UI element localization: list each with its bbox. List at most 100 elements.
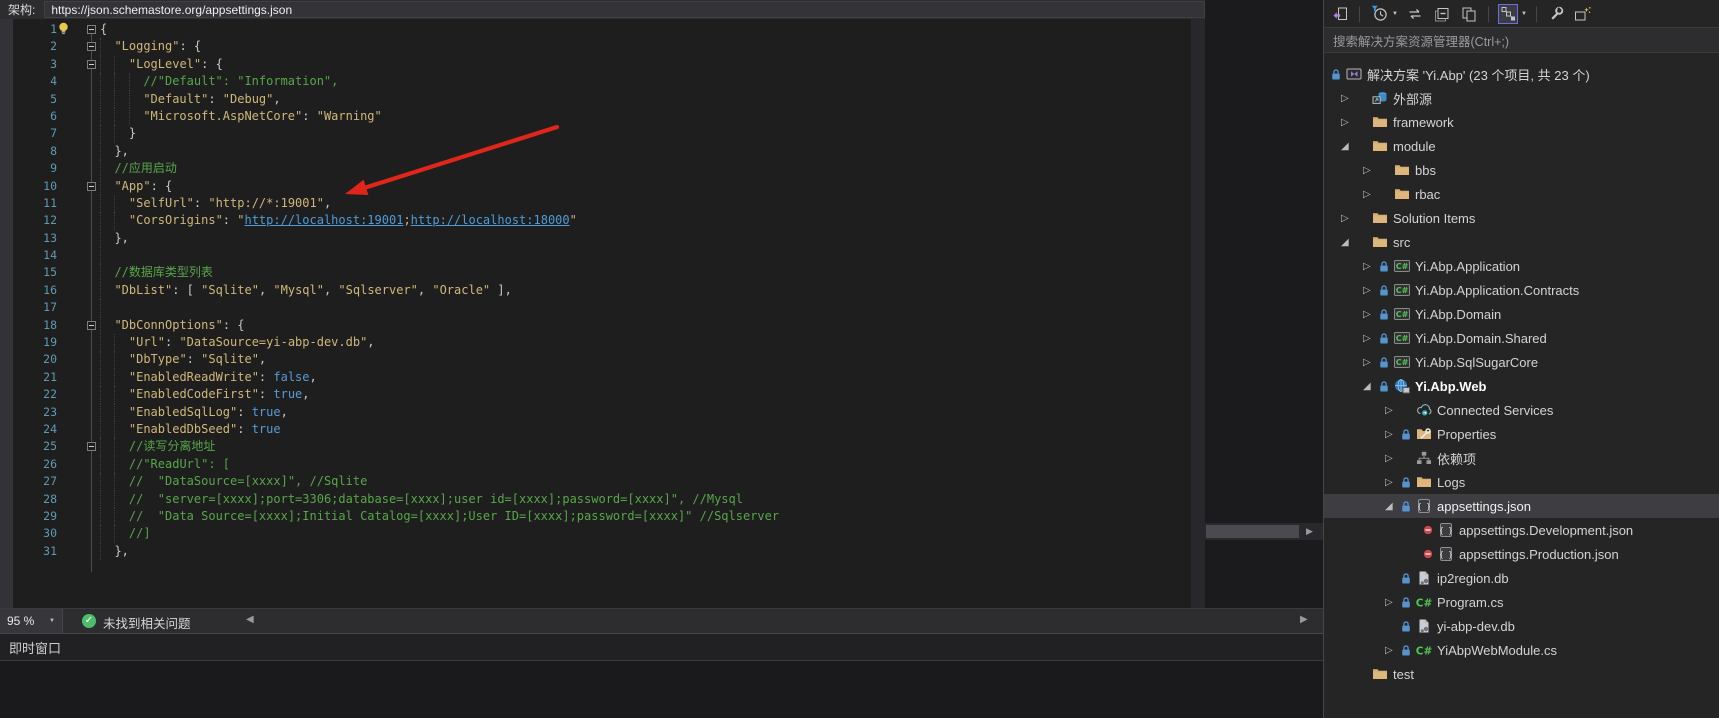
tree-item[interactable]: ▷Logs: [1324, 470, 1719, 494]
chevron-collapsed-icon[interactable]: ▷: [1363, 165, 1379, 176]
tree-item[interactable]: ▷C#Program.cs: [1324, 590, 1719, 614]
code-line[interactable]: 24"EnabledDbSeed": true: [0, 421, 1205, 438]
code-line[interactable]: 20"DbType": "Sqlite",: [0, 351, 1205, 368]
code-text[interactable]: //"ReadUrl": [: [100, 456, 230, 473]
fold-toggle-icon[interactable]: [87, 321, 96, 330]
tree-item[interactable]: ▷Connected Services: [1324, 398, 1719, 422]
chevron-collapsed-icon[interactable]: ▷: [1385, 597, 1401, 608]
code-line[interactable]: 11"SelfUrl": "http://*:19001",: [0, 195, 1205, 212]
code-text[interactable]: //数据库类型列表: [100, 264, 213, 281]
code-text[interactable]: "SelfUrl": "http://*:19001",: [100, 195, 331, 212]
immediate-window-content[interactable]: [0, 661, 1323, 718]
code-text[interactable]: "Microsoft.AspNetCore": "Warning": [100, 108, 382, 125]
tree-item[interactable]: ▷Properties: [1324, 422, 1719, 446]
code-line[interactable]: 31},: [0, 543, 1205, 560]
code-text[interactable]: //]: [100, 525, 151, 542]
refresh-icon[interactable]: [1405, 4, 1425, 24]
tree-item[interactable]: ◢{ }appsettings.json: [1324, 494, 1719, 518]
code-line[interactable]: 22"EnabledCodeFirst": true,: [0, 386, 1205, 403]
code-line[interactable]: 30//]: [0, 525, 1205, 542]
code-line[interactable]: 1{: [0, 21, 1205, 38]
code-text[interactable]: "Logging": {: [100, 38, 201, 55]
chevron-collapsed-icon[interactable]: ▷: [1385, 477, 1401, 488]
code-text[interactable]: "DbConnOptions": {: [100, 317, 245, 334]
code-text[interactable]: "EnabledCodeFirst": true,: [100, 386, 310, 403]
code-lines[interactable]: 1{2"Logging": {3"LogLevel": {4//"Default…: [0, 21, 1205, 560]
code-line[interactable]: 4//"Default": "Information",: [0, 73, 1205, 90]
code-line[interactable]: 15//数据库类型列表: [0, 264, 1205, 281]
code-text[interactable]: // "server=[xxxx];port=3306;database=[xx…: [100, 491, 743, 508]
tree-item[interactable]: ▷C#Yi.Abp.SqlSugarCore: [1324, 350, 1719, 374]
collapse-all-icon[interactable]: [1432, 4, 1452, 24]
pending-changes-filter-icon[interactable]: [1369, 4, 1389, 24]
lightbulb-icon[interactable]: [57, 22, 70, 36]
code-line[interactable]: 9//应用启动: [0, 160, 1205, 177]
code-text[interactable]: },: [100, 143, 129, 160]
tree-item[interactable]: yi-abp-dev.db: [1324, 614, 1719, 638]
zoom-level-select[interactable]: 95 % ▼: [0, 609, 63, 633]
chevron-collapsed-icon[interactable]: ▷: [1363, 309, 1379, 320]
chevron-collapsed-icon[interactable]: ▷: [1363, 261, 1379, 272]
tree-item[interactable]: ▷外部源: [1324, 86, 1719, 110]
fold-toggle-icon[interactable]: [87, 442, 96, 451]
chevron-expanded-icon[interactable]: ◢: [1385, 501, 1401, 512]
chevron-collapsed-icon[interactable]: ▷: [1363, 333, 1379, 344]
code-line[interactable]: 19"Url": "DataSource=yi-abp-dev.db",: [0, 334, 1205, 351]
sync-with-active-document-icon[interactable]: [1498, 4, 1518, 24]
tree-item[interactable]: ▷依赖项: [1324, 446, 1719, 470]
chevron-collapsed-icon[interactable]: ▷: [1385, 645, 1401, 656]
code-text[interactable]: "EnabledSqlLog": true,: [100, 404, 288, 421]
code-line[interactable]: 18"DbConnOptions": {: [0, 317, 1205, 334]
code-text[interactable]: "Default": "Debug",: [100, 91, 281, 108]
tree-item[interactable]: ◢Yi.Abp.Web: [1324, 374, 1719, 398]
code-line[interactable]: 3"LogLevel": {: [0, 56, 1205, 73]
code-line[interactable]: 6"Microsoft.AspNetCore": "Warning": [0, 108, 1205, 125]
chevron-collapsed-icon[interactable]: ▷: [1363, 285, 1379, 296]
caret-down-icon[interactable]: ▼: [1521, 11, 1527, 17]
code-line[interactable]: 26//"ReadUrl": [: [0, 456, 1205, 473]
tree-item[interactable]: 解决方案 'Yi.Abp' (23 个项目, 共 23 个): [1324, 62, 1719, 86]
fold-toggle-icon[interactable]: [87, 25, 96, 34]
chevron-collapsed-icon[interactable]: ▷: [1363, 357, 1379, 368]
code-text[interactable]: },: [100, 543, 129, 560]
code-line[interactable]: 29// "Data Source=[xxxx];Initial Catalog…: [0, 508, 1205, 525]
tree-item[interactable]: { }appsettings.Production.json: [1324, 542, 1719, 566]
chevron-collapsed-icon[interactable]: ▷: [1341, 213, 1357, 224]
chevron-expanded-icon[interactable]: ◢: [1341, 237, 1357, 248]
tree-item[interactable]: test: [1324, 662, 1719, 686]
chevron-expanded-icon[interactable]: ◢: [1363, 381, 1379, 392]
code-line[interactable]: 5"Default": "Debug",: [0, 91, 1205, 108]
tree-item[interactable]: ▷Solution Items: [1324, 206, 1719, 230]
horizontal-scrollbar[interactable]: ▶: [1205, 523, 1323, 540]
scroll-right-icon[interactable]: ▶: [1306, 526, 1313, 537]
tree-item[interactable]: ▷C#Yi.Abp.Domain.Shared: [1324, 326, 1719, 350]
code-text[interactable]: "DbList": [ "Sqlite", "Mysql", "Sqlserve…: [100, 282, 512, 299]
chevron-expanded-icon[interactable]: ◢: [1341, 141, 1357, 152]
tree-item[interactable]: ▷C#Yi.Abp.Application.Contracts: [1324, 278, 1719, 302]
code-line[interactable]: 10"App": {: [0, 178, 1205, 195]
tree-item[interactable]: ▷C#Yi.Abp.Application: [1324, 254, 1719, 278]
immediate-window-titlebar[interactable]: 即时窗口: [0, 634, 1323, 661]
scroll-left-icon[interactable]: ◀: [246, 614, 254, 625]
code-text[interactable]: //"Default": "Information",: [100, 73, 338, 90]
chevron-collapsed-icon[interactable]: ▷: [1341, 93, 1357, 104]
chevron-collapsed-icon[interactable]: ▷: [1385, 453, 1401, 464]
code-line[interactable]: 21"EnabledReadWrite": false,: [0, 369, 1205, 386]
code-line[interactable]: 14: [0, 247, 1205, 264]
caret-down-icon[interactable]: ▼: [1392, 11, 1398, 17]
tree-item[interactable]: { }appsettings.Development.json: [1324, 518, 1719, 542]
solution-explorer-search[interactable]: 搜索解决方案资源管理器(Ctrl+;): [1324, 27, 1719, 53]
code-text[interactable]: }: [100, 125, 136, 142]
switch-views-icon[interactable]: [1330, 4, 1350, 24]
fold-toggle-icon[interactable]: [87, 182, 96, 191]
code-line[interactable]: 28// "server=[xxxx];port=3306;database=[…: [0, 491, 1205, 508]
code-line[interactable]: 8},: [0, 143, 1205, 160]
code-line[interactable]: 7}: [0, 125, 1205, 142]
tree-item[interactable]: ▷rbac: [1324, 182, 1719, 206]
code-line[interactable]: 25//读写分离地址: [0, 438, 1205, 455]
code-line[interactable]: 12"CorsOrigins": "http://localhost:19001…: [0, 212, 1205, 229]
fold-toggle-icon[interactable]: [87, 60, 96, 69]
tree-item[interactable]: ▷bbs: [1324, 158, 1719, 182]
tree-item[interactable]: ▷framework: [1324, 110, 1719, 134]
code-line[interactable]: 23"EnabledSqlLog": true,: [0, 404, 1205, 421]
